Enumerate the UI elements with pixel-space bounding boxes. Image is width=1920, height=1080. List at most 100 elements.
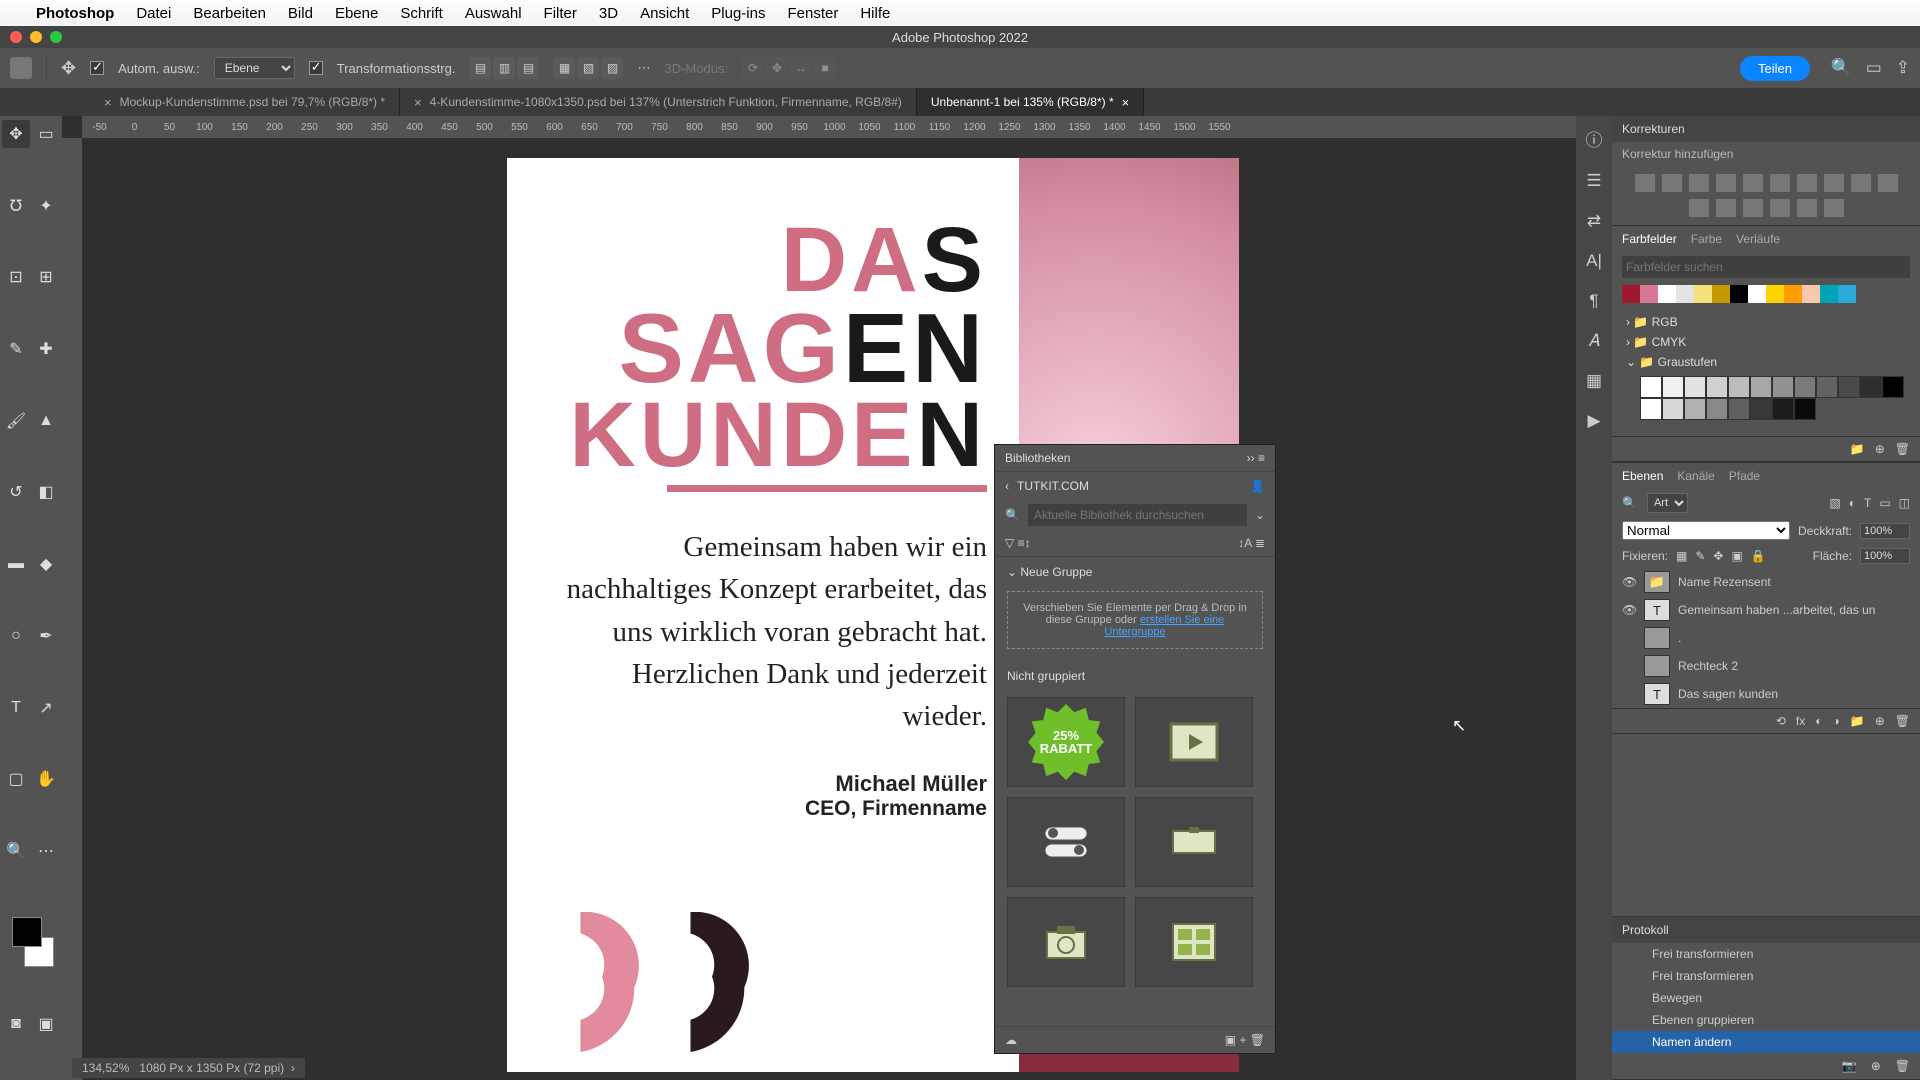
- auto-select-combo[interactable]: Ebene: [214, 57, 295, 79]
- type-tool[interactable]: T: [2, 694, 30, 722]
- bucket-tool[interactable]: ◆: [32, 550, 60, 578]
- swatch[interactable]: [1772, 398, 1794, 420]
- delete-swatch-icon[interactable]: 🗑: [1895, 442, 1910, 456]
- lasso-tool[interactable]: ℧: [2, 192, 30, 220]
- filter-smart-icon[interactable]: ◫: [1899, 496, 1910, 510]
- menu-bearbeiten[interactable]: Bearbeiten: [193, 5, 266, 22]
- new-group-row[interactable]: ⌄ Neue Gruppe: [995, 557, 1275, 587]
- crop-tool[interactable]: ⊡: [2, 263, 30, 291]
- shape-tool[interactable]: ▢: [2, 765, 30, 793]
- lock-artboard-icon[interactable]: ▣: [1731, 549, 1742, 563]
- layer-row[interactable]: 👁TGemeinsam haben ...arbeitet, das un: [1612, 596, 1920, 624]
- filter-adjust-icon[interactable]: ◐: [1849, 496, 1856, 510]
- swatch[interactable]: [1860, 376, 1882, 398]
- lib-add-icon[interactable]: +: [1239, 1033, 1246, 1047]
- blend-mode-combo[interactable]: Normal: [1622, 521, 1790, 540]
- drop-zone[interactable]: Verschieben Sie Elemente per Drag & Drop…: [1007, 591, 1263, 649]
- filter-icon[interactable]: ▽: [1005, 536, 1014, 550]
- window-min-icon[interactable]: [30, 31, 42, 43]
- bw-icon[interactable]: [1824, 174, 1844, 192]
- exposure-icon[interactable]: [1716, 174, 1736, 192]
- menu-hilfe[interactable]: Hilfe: [860, 5, 890, 22]
- hue-icon[interactable]: [1770, 174, 1790, 192]
- swatch[interactable]: [1794, 398, 1816, 420]
- align-top-icon[interactable]: ▦: [553, 57, 575, 79]
- type-panel-icon[interactable]: A|: [1586, 251, 1602, 271]
- size-icon[interactable]: ↕A: [1238, 536, 1251, 550]
- visibility-icon[interactable]: 👁: [1622, 575, 1636, 589]
- share-button[interactable]: Teilen: [1740, 56, 1810, 81]
- workspace-icon[interactable]: ▭: [1866, 58, 1882, 78]
- align-h-center-icon[interactable]: ▥: [493, 57, 515, 79]
- cloud-icon[interactable]: ☁: [1005, 1033, 1017, 1047]
- swatch[interactable]: [1676, 285, 1694, 303]
- lut-icon[interactable]: [1689, 199, 1709, 217]
- swatch-group-cmyk[interactable]: › 📁 CMYK: [1626, 332, 1906, 352]
- new-folder-icon[interactable]: 📁: [1850, 442, 1865, 456]
- swatch[interactable]: [1728, 376, 1750, 398]
- gradient-map-icon[interactable]: [1797, 199, 1817, 217]
- library-item[interactable]: 25% RABATT: [1007, 697, 1125, 787]
- swatch[interactable]: [1766, 285, 1784, 303]
- path-tool[interactable]: ↗: [32, 694, 60, 722]
- align-right-icon[interactable]: ▤: [517, 57, 539, 79]
- history-item[interactable]: Frei transformieren: [1612, 965, 1920, 987]
- new-state-icon[interactable]: ⊕: [1871, 1059, 1881, 1073]
- brightness-icon[interactable]: [1635, 174, 1655, 192]
- lock-all-icon[interactable]: 🔒: [1751, 549, 1766, 563]
- swatch[interactable]: [1728, 398, 1750, 420]
- levels-icon[interactable]: [1662, 174, 1682, 192]
- back-icon[interactable]: ‹: [1005, 479, 1009, 493]
- invert-icon[interactable]: [1716, 199, 1736, 217]
- tab-4kunden[interactable]: ×4-Kundenstimme-1080x1350.psd bei 137% (…: [400, 88, 917, 116]
- delete-layer-icon[interactable]: 🗑: [1895, 714, 1910, 728]
- window-max-icon[interactable]: [50, 31, 62, 43]
- tab-kanaele[interactable]: Kanäle: [1677, 469, 1714, 483]
- menu-ebene[interactable]: Ebene: [335, 5, 378, 22]
- align-v-center-icon[interactable]: ▧: [577, 57, 599, 79]
- tab-verlaeufe[interactable]: Verläufe: [1736, 232, 1780, 246]
- swatch[interactable]: [1706, 398, 1728, 420]
- swatches-search-input[interactable]: [1622, 256, 1910, 278]
- swatch[interactable]: [1706, 376, 1728, 398]
- library-item[interactable]: [1007, 797, 1125, 887]
- photo-filter-icon[interactable]: [1851, 174, 1871, 192]
- tab-unbenannt[interactable]: Unbenannt-1 bei 135% (RGB/8*) *×: [917, 88, 1144, 116]
- fx-icon[interactable]: fx: [1796, 714, 1805, 728]
- swatch[interactable]: [1838, 285, 1856, 303]
- library-item[interactable]: [1007, 897, 1125, 987]
- info-panel-icon[interactable]: ⓘ: [1586, 126, 1603, 151]
- swatch[interactable]: [1640, 376, 1662, 398]
- menu-ansicht[interactable]: Ansicht: [640, 5, 689, 22]
- tab-close-icon[interactable]: ×: [1122, 95, 1130, 110]
- marquee-tool[interactable]: ▭: [32, 120, 60, 148]
- quick-mask-tool[interactable]: ◙: [2, 1010, 30, 1038]
- lib-folder-icon[interactable]: ▣: [1225, 1033, 1236, 1047]
- glyph-panel-icon[interactable]: 𝐴: [1588, 331, 1599, 351]
- menu-datei[interactable]: Datei: [136, 5, 171, 22]
- swatch[interactable]: [1748, 285, 1766, 303]
- swatch[interactable]: [1784, 285, 1802, 303]
- magic-wand-tool[interactable]: ✦: [32, 192, 60, 220]
- eyedropper-tool[interactable]: ✎: [2, 335, 30, 363]
- healing-tool[interactable]: ✚: [32, 335, 60, 363]
- new-layer-icon[interactable]: ⊕: [1875, 714, 1885, 728]
- swatch[interactable]: [1730, 285, 1748, 303]
- paragraph-panel-icon[interactable]: ¶: [1589, 291, 1598, 311]
- user-icon[interactable]: 👤: [1250, 479, 1265, 493]
- tab-ebenen[interactable]: Ebenen: [1622, 469, 1663, 483]
- history-brush-tool[interactable]: ↺: [2, 478, 30, 506]
- zoom-value[interactable]: 134,52%: [82, 1061, 129, 1075]
- swatch[interactable]: [1802, 285, 1820, 303]
- properties-panel-icon[interactable]: ☰: [1586, 171, 1601, 191]
- opacity-input[interactable]: [1860, 523, 1910, 539]
- swatch[interactable]: [1662, 376, 1684, 398]
- swatch-group-rgb[interactable]: › 📁 RGB: [1626, 312, 1906, 332]
- chevron-down-icon[interactable]: ⌄: [1255, 508, 1265, 522]
- menu-schrift[interactable]: Schrift: [400, 5, 443, 22]
- align-left-icon[interactable]: ▤: [469, 57, 491, 79]
- swatch[interactable]: [1684, 398, 1706, 420]
- vibrance-icon[interactable]: [1743, 174, 1763, 192]
- selective-color-icon[interactable]: [1824, 199, 1844, 217]
- color-swatches[interactable]: [6, 917, 56, 967]
